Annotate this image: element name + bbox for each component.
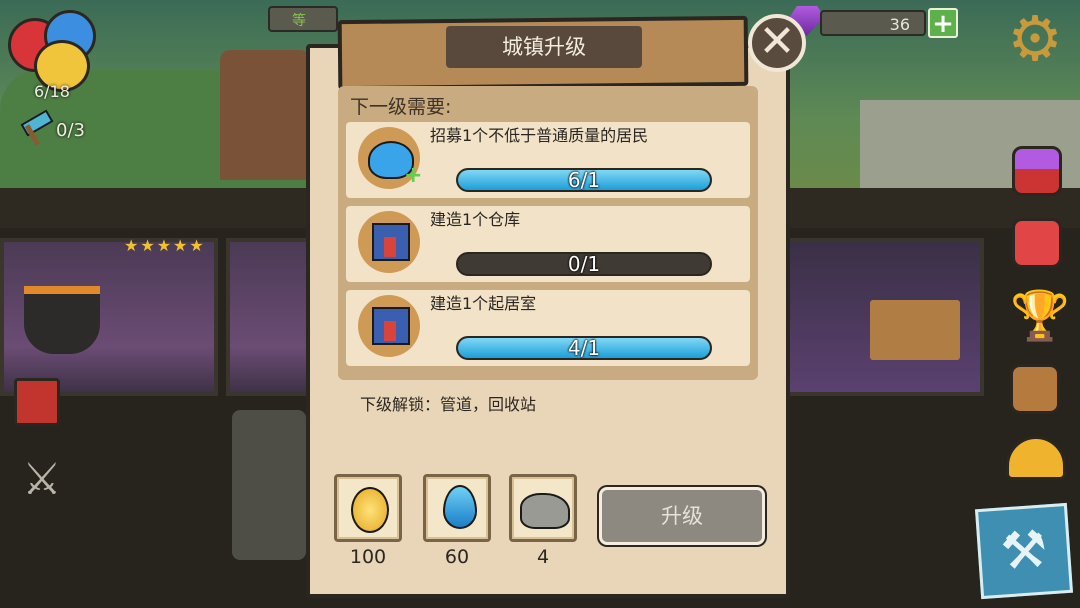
gold-coin-icon: [351, 487, 389, 533]
crossed-swords-icon[interactable]: ⚔: [14, 452, 70, 508]
cost-amount: 60: [444, 546, 470, 568]
water-drop-icon: [443, 485, 477, 529]
cost-amount: 4: [536, 546, 550, 568]
plus-badge-icon: +: [404, 163, 423, 188]
add-gems-button[interactable]: +: [928, 8, 958, 38]
requirement-text: 招募1个不低于普通质量的居民: [430, 126, 649, 145]
progress-label: 0/1: [567, 252, 601, 276]
crates-decor: [870, 300, 960, 360]
build-house-icon: [358, 295, 420, 357]
builder-count: 0/3: [56, 120, 85, 141]
slime-avatars-icon[interactable]: [8, 6, 96, 92]
dialog-title: 城镇升级: [446, 26, 642, 68]
trophy-icon[interactable]: 🏆: [1010, 288, 1070, 344]
progress-label: 6/1: [567, 168, 601, 192]
close-icon: ✕: [758, 16, 796, 67]
builder-hammer-icon[interactable]: [16, 109, 54, 148]
build-hammer-button[interactable]: ⚒: [974, 502, 1074, 600]
requirement-text: 建造1个起居室: [430, 294, 537, 313]
unlock-text: 下级解锁：管道，回收站: [360, 395, 537, 414]
stone-icon: [520, 493, 570, 529]
settings-gear-icon[interactable]: ⚙: [1004, 8, 1066, 70]
room-stars: ★★★★★: [124, 236, 206, 255]
cost-item: [423, 474, 491, 542]
house-building: [220, 50, 310, 180]
requirements-title: 下一级需要:: [350, 96, 452, 118]
requirement-text: 建造1个仓库: [430, 210, 521, 229]
crate-icon[interactable]: [1010, 364, 1060, 414]
gem-counter: 36: [820, 10, 926, 36]
blue-slime-icon: +: [358, 127, 423, 189]
top-left-label: 等: [292, 13, 306, 29]
close-button[interactable]: ✕: [748, 14, 806, 72]
build-house-icon: [358, 211, 420, 273]
gem-shop-icon[interactable]: [1012, 146, 1062, 196]
cooking-pot-icon: [24, 286, 100, 354]
recipe-book-icon[interactable]: [14, 378, 60, 426]
top-resource-bar-1: 等: [268, 6, 338, 32]
cost-amount: 100: [349, 546, 387, 568]
cost-item: [509, 474, 577, 542]
cost-item: [334, 474, 402, 542]
slime-count: 6/18: [34, 82, 70, 101]
progress-label: 4/1: [567, 336, 601, 360]
gem-count: 36: [889, 15, 910, 34]
gift-box-icon[interactable]: [1012, 218, 1062, 268]
upgrade-button[interactable]: 升级: [599, 487, 765, 545]
corridor-room: [226, 238, 314, 396]
rock-pile: [232, 410, 306, 560]
